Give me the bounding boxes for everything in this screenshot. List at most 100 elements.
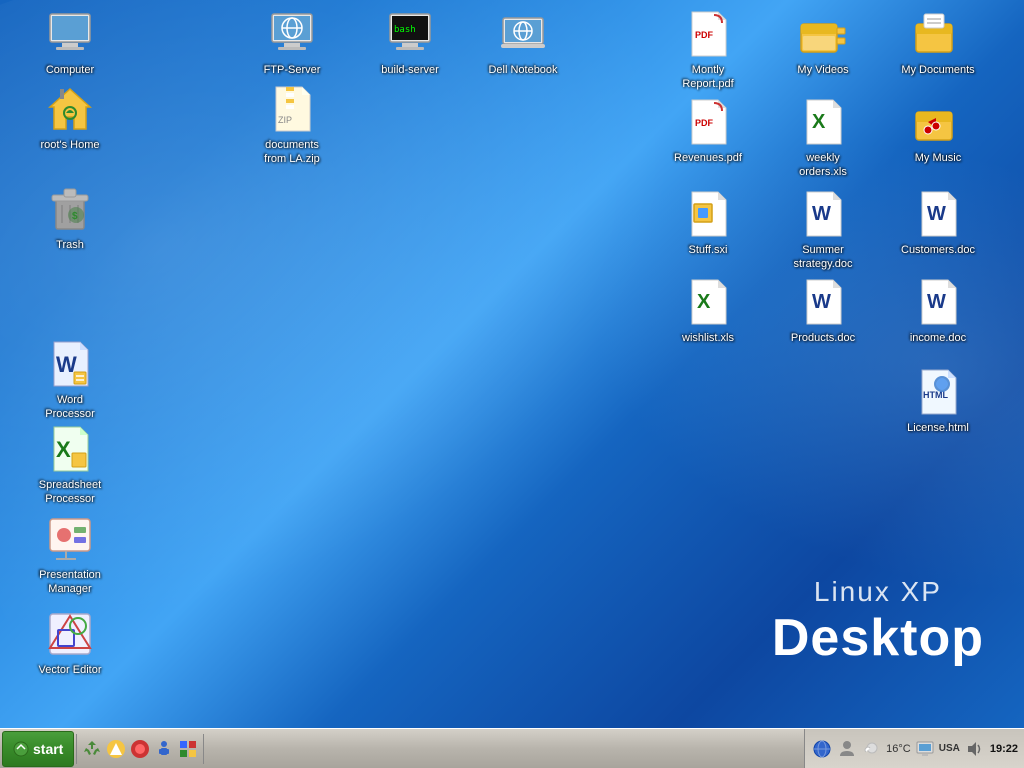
tray-monitor-icon[interactable] <box>914 738 936 760</box>
tray-user-icon[interactable] <box>836 738 858 760</box>
tray-time: 19:22 <box>990 743 1018 755</box>
icon-my-videos[interactable]: My Videos <box>783 10 863 78</box>
weekly-orders-icon: X <box>799 98 847 146</box>
start-button[interactable]: start <box>2 731 74 767</box>
icon-weekly-orders-label: weekly orders.xls <box>783 150 863 181</box>
vector-editor-icon <box>46 610 94 658</box>
tray-temperature: 16°C <box>886 743 911 755</box>
wishlist-xls-icon: X <box>684 278 732 326</box>
quick-launch-bar <box>76 734 204 764</box>
icon-my-documents[interactable]: My Documents <box>898 10 978 78</box>
svg-text:X: X <box>812 111 826 133</box>
ql-red-circle[interactable] <box>129 738 151 760</box>
svg-text:ZIP: ZIP <box>278 115 292 125</box>
icon-summer-strategy-label: Summer strategy.doc <box>783 242 863 273</box>
icon-documents-zip[interactable]: ZIP documents from LA.zip <box>252 85 332 168</box>
icon-summer-strategy[interactable]: W Summer strategy.doc <box>783 190 863 273</box>
products-doc-icon: W <box>799 278 847 326</box>
icon-dell-notebook[interactable]: Dell Notebook <box>483 10 563 78</box>
icon-presentation-manager-label: Presentation Manager <box>30 567 110 598</box>
icon-build-server[interactable]: bash build-server <box>370 10 450 78</box>
icon-montly-report-label: Montly Report.pdf <box>668 62 748 93</box>
tray-speaker-icon[interactable] <box>963 738 985 760</box>
icon-my-music-label: My Music <box>912 150 964 166</box>
word-processor-icon: W <box>46 340 94 388</box>
icon-ftp-server[interactable]: FTP-Server <box>252 10 332 78</box>
icon-wishlist-xls-label: wishlist.xls <box>679 330 737 346</box>
trash-icon: $ <box>46 185 94 233</box>
taskbar-middle <box>204 729 804 768</box>
icon-stuff-sxi[interactable]: Stuff.sxi <box>668 190 748 258</box>
icon-revenues-pdf-label: Revenues.pdf <box>671 150 745 166</box>
icon-license-html[interactable]: HTML License.html <box>898 368 978 436</box>
icon-computer[interactable]: Computer <box>30 10 110 78</box>
icon-presentation-manager[interactable]: Presentation Manager <box>30 515 110 598</box>
spreadsheet-processor-icon: X <box>46 425 94 473</box>
tray-flag: USA <box>939 743 960 754</box>
license-html-icon: HTML <box>914 368 962 416</box>
roots-home-icon <box>46 85 94 133</box>
icon-stuff-sxi-label: Stuff.sxi <box>686 242 731 258</box>
icon-income-doc[interactable]: W income.doc <box>898 278 978 346</box>
tray-weather-icon[interactable] <box>861 738 883 760</box>
icon-income-doc-label: income.doc <box>907 330 969 346</box>
icon-spreadsheet-processor-label: Spreadsheet Processor <box>30 477 110 508</box>
computer-icon <box>46 10 94 58</box>
brand-text: Linux XP Desktop <box>772 576 984 668</box>
system-tray: 16°C USA 19:22 <box>804 729 1024 768</box>
icon-ftp-server-label: FTP-Server <box>261 62 324 78</box>
income-doc-icon: W <box>914 278 962 326</box>
icon-products-doc[interactable]: W Products.doc <box>783 278 863 346</box>
icon-customers-doc-label: Customers.doc <box>898 242 978 258</box>
my-videos-icon <box>799 10 847 58</box>
icon-vector-editor-label: Vector Editor <box>36 662 105 678</box>
icon-products-doc-label: Products.doc <box>788 330 858 346</box>
svg-text:W: W <box>812 291 831 313</box>
icon-my-music[interactable]: My Music <box>898 98 978 166</box>
icon-trash[interactable]: $ Trash <box>30 185 110 253</box>
icon-my-videos-label: My Videos <box>794 62 851 78</box>
revenues-pdf-icon: PDF <box>684 98 732 146</box>
svg-text:X: X <box>56 437 71 462</box>
icon-word-processor[interactable]: W Word Processor <box>30 340 110 423</box>
icon-roots-home-label: root's Home <box>38 137 103 153</box>
icon-documents-zip-label: documents from LA.zip <box>252 137 332 168</box>
taskbar: start 16°C <box>0 728 1024 768</box>
svg-text:bash: bash <box>394 25 416 35</box>
svg-text:W: W <box>927 203 946 225</box>
svg-text:W: W <box>812 203 831 225</box>
icon-dell-notebook-label: Dell Notebook <box>485 62 560 78</box>
icon-vector-editor[interactable]: Vector Editor <box>30 610 110 678</box>
stuff-sxi-icon <box>684 190 732 238</box>
svg-text:PDF: PDF <box>695 30 714 40</box>
ql-recycle[interactable] <box>81 738 103 760</box>
svg-text:X: X <box>697 291 711 313</box>
icon-computer-label: Computer <box>43 62 97 78</box>
tray-globe-icon[interactable] <box>811 738 833 760</box>
icon-weekly-orders[interactable]: X weekly orders.xls <box>783 98 863 181</box>
brand-line1: Linux XP <box>772 576 984 608</box>
icon-my-documents-label: My Documents <box>898 62 977 78</box>
ql-blue-man[interactable] <box>153 738 175 760</box>
summer-strategy-icon: W <box>799 190 847 238</box>
icon-trash-label: Trash <box>53 237 87 253</box>
icon-word-processor-label: Word Processor <box>30 392 110 423</box>
svg-text:W: W <box>927 291 946 313</box>
my-documents-icon <box>914 10 962 58</box>
icon-roots-home[interactable]: root's Home <box>30 85 110 153</box>
icon-montly-report[interactable]: PDF Montly Report.pdf <box>668 10 748 93</box>
ftp-server-icon <box>268 10 316 58</box>
icon-revenues-pdf[interactable]: PDF Revenues.pdf <box>668 98 748 166</box>
presentation-manager-icon <box>46 515 94 563</box>
icon-license-html-label: License.html <box>904 420 972 436</box>
ql-yellow-arrow[interactable] <box>105 738 127 760</box>
icon-wishlist-xls[interactable]: X wishlist.xls <box>668 278 748 346</box>
icon-customers-doc[interactable]: W Customers.doc <box>898 190 978 258</box>
ql-windows-flag[interactable] <box>177 738 199 760</box>
desktop: Linux XP Desktop Computer FTP-Server bas… <box>0 0 1024 728</box>
icon-spreadsheet-processor[interactable]: X Spreadsheet Processor <box>30 425 110 508</box>
icon-build-server-label: build-server <box>378 62 441 78</box>
montly-report-icon: PDF <box>684 10 732 58</box>
svg-text:$: $ <box>72 211 78 222</box>
svg-text:PDF: PDF <box>695 118 714 128</box>
